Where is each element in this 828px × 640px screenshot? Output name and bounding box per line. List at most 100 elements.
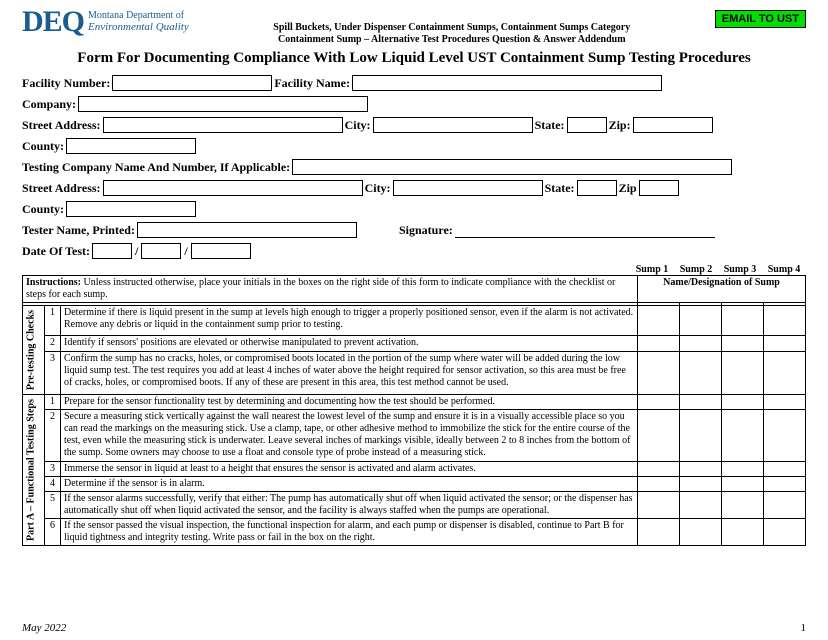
parta-row-6: 6 If the sensor passed the visual inspec… xyxy=(23,518,806,545)
parta-5-s1[interactable] xyxy=(638,491,680,518)
input-county1[interactable] xyxy=(66,138,196,154)
input-company[interactable] xyxy=(78,96,368,112)
parta-1-s2[interactable] xyxy=(680,395,722,410)
input-street1[interactable] xyxy=(103,117,343,133)
logo-line1: Montana Department of xyxy=(88,10,189,21)
footer: May 2022 1 xyxy=(22,622,806,634)
pretest-3-s2[interactable] xyxy=(680,352,722,395)
parta-row-2: 2 Secure a measuring stick vertically ag… xyxy=(23,410,806,461)
instructions-text: Unless instructed otherwise, place your … xyxy=(26,277,615,300)
input-date-dd[interactable] xyxy=(141,243,181,259)
input-county2[interactable] xyxy=(66,201,196,217)
pretest-row-2: 2 Identify if sensors' positions are ele… xyxy=(23,335,806,351)
parta-3-s1[interactable] xyxy=(638,461,680,476)
pretest-1-s2[interactable] xyxy=(680,306,722,336)
parta-6-num: 6 xyxy=(45,518,61,545)
label-county1: County: xyxy=(22,139,64,154)
row-facility: Facility Number: Facility Name: xyxy=(22,75,806,91)
sump-col-3: Sump 3 xyxy=(720,264,760,275)
parta-2-s3[interactable] xyxy=(722,410,764,461)
parta-5-s4[interactable] xyxy=(764,491,806,518)
input-date-mm[interactable] xyxy=(92,243,132,259)
label-state1: State: xyxy=(535,118,565,133)
footer-date: May 2022 xyxy=(22,622,66,634)
row-date: Date Of Test: / / xyxy=(22,243,806,259)
pretest-2-s4[interactable] xyxy=(764,335,806,351)
parta-3-s4[interactable] xyxy=(764,461,806,476)
input-facility-name[interactable] xyxy=(352,75,662,91)
pretest-1-s1[interactable] xyxy=(638,306,680,336)
instructions-label: Instructions: xyxy=(26,277,81,288)
pretest-3-s4[interactable] xyxy=(764,352,806,395)
parta-2-s1[interactable] xyxy=(638,410,680,461)
parta-2-s4[interactable] xyxy=(764,410,806,461)
parta-5-s2[interactable] xyxy=(680,491,722,518)
row-address2: Street Address: City: State: Zip xyxy=(22,180,806,196)
parta-6-s2[interactable] xyxy=(680,518,722,545)
instructions-row: Instructions: Unless instructed otherwis… xyxy=(23,276,806,303)
date-sep2: / xyxy=(183,244,188,259)
parta-3-s3[interactable] xyxy=(722,461,764,476)
pretest-3-s1[interactable] xyxy=(638,352,680,395)
parta-6-s1[interactable] xyxy=(638,518,680,545)
label-street1: Street Address: xyxy=(22,118,101,133)
input-state2[interactable] xyxy=(577,180,617,196)
parta-5-num: 5 xyxy=(45,491,61,518)
input-city1[interactable] xyxy=(373,117,533,133)
logo-acronym: DEQ xyxy=(22,8,84,35)
header-center: Spill Buckets, Under Dispenser Containme… xyxy=(189,8,715,46)
parta-1-text: Prepare for the sensor functionality tes… xyxy=(61,395,638,410)
input-zip1[interactable] xyxy=(633,117,713,133)
parta-5-s3[interactable] xyxy=(722,491,764,518)
pretest-row-3: 3 Confirm the sump has no cracks, holes,… xyxy=(23,352,806,395)
pretest-3-num: 3 xyxy=(45,352,61,395)
input-state1[interactable] xyxy=(567,117,607,133)
input-tester[interactable] xyxy=(137,222,357,238)
parta-6-s3[interactable] xyxy=(722,518,764,545)
input-zip2[interactable] xyxy=(639,180,679,196)
parta-1-s1[interactable] xyxy=(638,395,680,410)
parta-section-label: Part A – Functional Testing Steps xyxy=(23,395,45,546)
parta-6-s4[interactable] xyxy=(764,518,806,545)
input-city2[interactable] xyxy=(393,180,543,196)
pretest-1-s3[interactable] xyxy=(722,306,764,336)
label-city2: City: xyxy=(365,181,391,196)
row-tester: Tester Name, Printed: Signature: xyxy=(22,222,806,238)
input-date-yyyy[interactable] xyxy=(191,243,251,259)
parta-1-s4[interactable] xyxy=(764,395,806,410)
parta-4-s1[interactable] xyxy=(638,476,680,491)
pretest-1-text: Determine if there is liquid present in … xyxy=(61,306,638,336)
date-sep1: / xyxy=(134,244,139,259)
parta-row-1: Part A – Functional Testing Steps 1 Prep… xyxy=(23,395,806,410)
email-to-ust-button[interactable]: EMAIL TO UST xyxy=(715,10,806,28)
header-line1: Spill Buckets, Under Dispenser Containme… xyxy=(189,22,715,34)
input-facility-number[interactable] xyxy=(112,75,272,91)
pretest-1-s4[interactable] xyxy=(764,306,806,336)
parta-4-s4[interactable] xyxy=(764,476,806,491)
parta-4-s3[interactable] xyxy=(722,476,764,491)
pretest-2-text: Identify if sensors' positions are eleva… xyxy=(61,335,638,351)
pretest-2-s3[interactable] xyxy=(722,335,764,351)
label-zip2: Zip xyxy=(619,181,637,196)
parta-4-num: 4 xyxy=(45,476,61,491)
instructions-cell: Instructions: Unless instructed otherwis… xyxy=(23,276,638,303)
pretest-3-s3[interactable] xyxy=(722,352,764,395)
logo-line2: Environmental Quality xyxy=(88,21,189,33)
name-designation-header: Name/Designation of Sump xyxy=(638,276,806,303)
form-title: Form For Documenting Compliance With Low… xyxy=(22,50,806,67)
parta-1-s3[interactable] xyxy=(722,395,764,410)
parta-2-num: 2 xyxy=(45,410,61,461)
parta-2-s2[interactable] xyxy=(680,410,722,461)
signature-line[interactable] xyxy=(455,224,715,238)
parta-3-s2[interactable] xyxy=(680,461,722,476)
parta-4-s2[interactable] xyxy=(680,476,722,491)
input-testing-company[interactable] xyxy=(292,159,732,175)
pretest-2-s2[interactable] xyxy=(680,335,722,351)
footer-page: 1 xyxy=(801,622,807,634)
row-address1: Street Address: City: State: Zip: xyxy=(22,117,806,133)
sump-column-headers: Sump 1 Sump 2 Sump 3 Sump 4 xyxy=(22,264,806,275)
parta-2-text: Secure a measuring stick vertically agai… xyxy=(61,410,638,461)
header-row: DEQ Montana Department of Environmental … xyxy=(22,8,806,46)
pretest-2-s1[interactable] xyxy=(638,335,680,351)
input-street2[interactable] xyxy=(103,180,363,196)
